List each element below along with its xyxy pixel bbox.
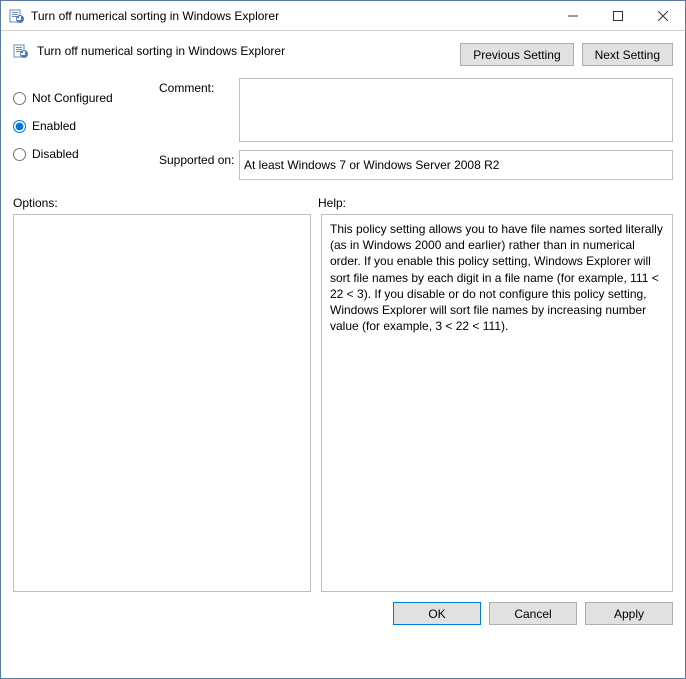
options-label: Options: bbox=[13, 196, 318, 210]
radio-enabled-input[interactable] bbox=[13, 120, 26, 133]
maximize-button[interactable] bbox=[595, 1, 640, 30]
state-radio-group: Not Configured Enabled Disabled bbox=[13, 78, 143, 188]
radio-label: Disabled bbox=[32, 147, 79, 161]
radio-enabled[interactable]: Enabled bbox=[13, 112, 143, 140]
radio-not-configured-input[interactable] bbox=[13, 92, 26, 105]
policy-header: Turn off numerical sorting in Windows Ex… bbox=[1, 31, 685, 70]
cancel-button[interactable]: Cancel bbox=[489, 602, 577, 625]
help-label: Help: bbox=[318, 196, 673, 210]
options-pane[interactable] bbox=[13, 214, 311, 592]
comment-label: Comment: bbox=[159, 78, 239, 95]
window-title: Turn off numerical sorting in Windows Ex… bbox=[31, 9, 550, 23]
supported-on-value: At least Windows 7 or Windows Server 200… bbox=[239, 150, 673, 180]
radio-not-configured[interactable]: Not Configured bbox=[13, 84, 143, 112]
supported-on-label: Supported on: bbox=[159, 150, 239, 167]
radio-disabled-input[interactable] bbox=[13, 148, 26, 161]
policy-title: Turn off numerical sorting in Windows Ex… bbox=[37, 43, 460, 58]
titlebar: Turn off numerical sorting in Windows Ex… bbox=[1, 1, 685, 31]
radio-disabled[interactable]: Disabled bbox=[13, 140, 143, 168]
config-area: Not Configured Enabled Disabled Comment:… bbox=[1, 70, 685, 188]
comment-textarea[interactable] bbox=[239, 78, 673, 142]
dialog-footer: OK Cancel Apply bbox=[1, 592, 685, 635]
next-setting-button[interactable]: Next Setting bbox=[582, 43, 673, 66]
close-button[interactable] bbox=[640, 1, 685, 30]
previous-setting-button[interactable]: Previous Setting bbox=[460, 43, 573, 66]
radio-label: Enabled bbox=[32, 119, 76, 133]
policy-icon bbox=[9, 8, 25, 24]
help-pane[interactable]: This policy setting allows you to have f… bbox=[321, 214, 673, 592]
minimize-button[interactable] bbox=[550, 1, 595, 30]
ok-button[interactable]: OK bbox=[393, 602, 481, 625]
radio-label: Not Configured bbox=[32, 91, 113, 105]
policy-icon bbox=[13, 43, 29, 59]
apply-button[interactable]: Apply bbox=[585, 602, 673, 625]
